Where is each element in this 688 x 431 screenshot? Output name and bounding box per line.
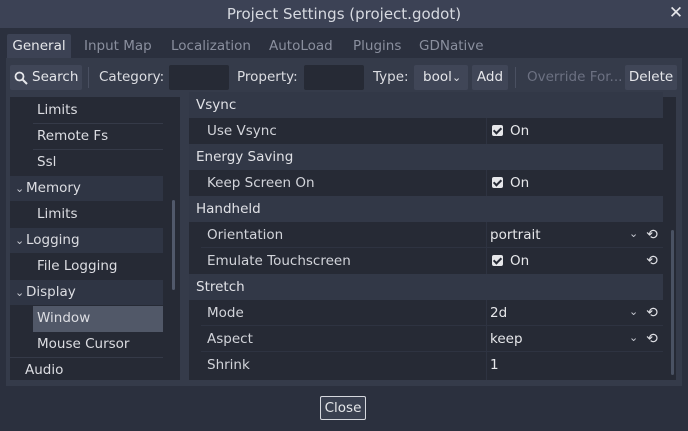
row-divider	[201, 351, 663, 352]
use-vsync-value: On	[510, 123, 530, 139]
search-label: Search	[32, 69, 79, 85]
orientation-select[interactable]: portrait	[490, 222, 541, 248]
toolbar-divider	[515, 67, 516, 88]
section-title: Handheld	[196, 201, 261, 217]
tree-item-logging[interactable]: ⌄ Logging	[10, 228, 163, 253]
tree-item-network-limits[interactable]: Limits	[37, 98, 163, 123]
tree-item-audio[interactable]: Audio	[25, 358, 163, 383]
mode-select[interactable]: 2d	[490, 300, 507, 326]
prop-use-vsync-label: Use Vsync	[207, 123, 277, 139]
row-divider	[201, 325, 663, 326]
keep-screen-on-value: On	[510, 175, 530, 191]
section-title: Energy Saving	[196, 149, 294, 165]
tree-scrollbar[interactable]	[172, 200, 175, 290]
aspect-select[interactable]: keep	[490, 326, 523, 352]
chevron-down-icon[interactable]: ⌄	[629, 305, 638, 318]
delete-button[interactable]: Delete	[625, 65, 677, 90]
column-divider	[486, 170, 487, 196]
prop-keep-screen-on-label: Keep Screen On	[207, 175, 315, 191]
emulate-touchscreen-checkbox[interactable]	[492, 255, 503, 266]
tree-item-ssl[interactable]: Ssl	[37, 150, 163, 175]
column-divider	[486, 118, 487, 144]
tab-input-map[interactable]: Input Map	[84, 34, 152, 58]
section-title: Vsync	[196, 97, 237, 113]
use-vsync-checkbox[interactable]	[492, 125, 503, 136]
section-handheld[interactable]: Handheld	[189, 196, 663, 222]
type-select-value: bool	[423, 69, 452, 85]
revert-icon[interactable]: ⟲	[645, 332, 659, 346]
chevron-down-icon: ⌄	[452, 71, 462, 84]
chevron-down-icon[interactable]: ⌄	[629, 331, 638, 344]
property-label: Property:	[237, 69, 298, 85]
tree-item-file-logging[interactable]: File Logging	[37, 254, 163, 279]
close-icon[interactable]: ✕	[667, 3, 685, 23]
window-title: Project Settings (project.godot)	[226, 5, 462, 23]
tab-plugins[interactable]: Plugins	[353, 34, 401, 58]
section-stretch[interactable]: Stretch	[189, 274, 663, 300]
revert-icon[interactable]: ⟲	[645, 228, 659, 242]
tab-general[interactable]: General	[7, 34, 71, 58]
tree-item-display[interactable]: ⌄ Display	[10, 280, 163, 305]
tree-item-mouse-cursor[interactable]: Mouse Cursor	[37, 332, 163, 357]
category-input[interactable]	[169, 65, 229, 90]
prop-aspect-label: Aspect	[207, 331, 253, 347]
type-select[interactable]: bool ⌄	[414, 65, 468, 90]
revert-icon[interactable]: ⟲	[645, 306, 659, 320]
column-divider	[486, 222, 487, 274]
section-title: Stretch	[196, 279, 245, 295]
chevron-down-icon: ⌄	[15, 234, 25, 247]
column-divider	[486, 300, 487, 380]
tree-item-memory-limits[interactable]: Limits	[37, 202, 163, 227]
close-button[interactable]: Close	[320, 396, 366, 420]
tree-item-label: Display	[26, 284, 76, 300]
prop-emulate-touchscreen-label: Emulate Touchscreen	[207, 253, 351, 269]
tab-gdnative[interactable]: GDNative	[419, 34, 484, 58]
prop-mode-label: Mode	[207, 305, 244, 321]
chevron-down-icon[interactable]: ⌄	[629, 227, 638, 240]
section-energy-saving[interactable]: Energy Saving	[189, 144, 663, 170]
search-button[interactable]: Search	[10, 65, 82, 90]
prop-orientation-label: Orientation	[207, 227, 284, 243]
add-button[interactable]: Add	[472, 65, 508, 90]
override-for-button[interactable]: Override For...	[527, 65, 622, 90]
revert-icon[interactable]: ⟲	[645, 254, 659, 268]
category-label: Category:	[99, 69, 165, 85]
search-icon	[14, 65, 28, 94]
prop-shrink-label: Shrink	[207, 357, 250, 373]
section-vsync[interactable]: Vsync	[189, 92, 663, 118]
keep-screen-on-checkbox[interactable]	[492, 177, 503, 188]
property-input[interactable]	[304, 65, 364, 90]
toolbar-divider	[88, 67, 89, 88]
shrink-input[interactable]: 1	[490, 352, 499, 378]
tree-item-window[interactable]: Window	[37, 306, 163, 331]
tab-localization[interactable]: Localization	[171, 34, 251, 58]
tree-item-memory[interactable]: ⌄ Memory	[10, 176, 163, 201]
chevron-down-icon: ⌄	[15, 286, 25, 299]
inspector-scrollbar[interactable]	[671, 230, 674, 375]
emulate-touchscreen-value: On	[510, 253, 530, 269]
tree-item-label: Memory	[26, 180, 81, 196]
tab-autoload[interactable]: AutoLoad	[269, 34, 333, 58]
tree-item-remote-fs[interactable]: Remote Fs	[37, 124, 163, 149]
chevron-down-icon: ⌄	[15, 182, 25, 195]
type-label: Type:	[373, 69, 409, 85]
tree-item-label: Logging	[26, 232, 80, 248]
